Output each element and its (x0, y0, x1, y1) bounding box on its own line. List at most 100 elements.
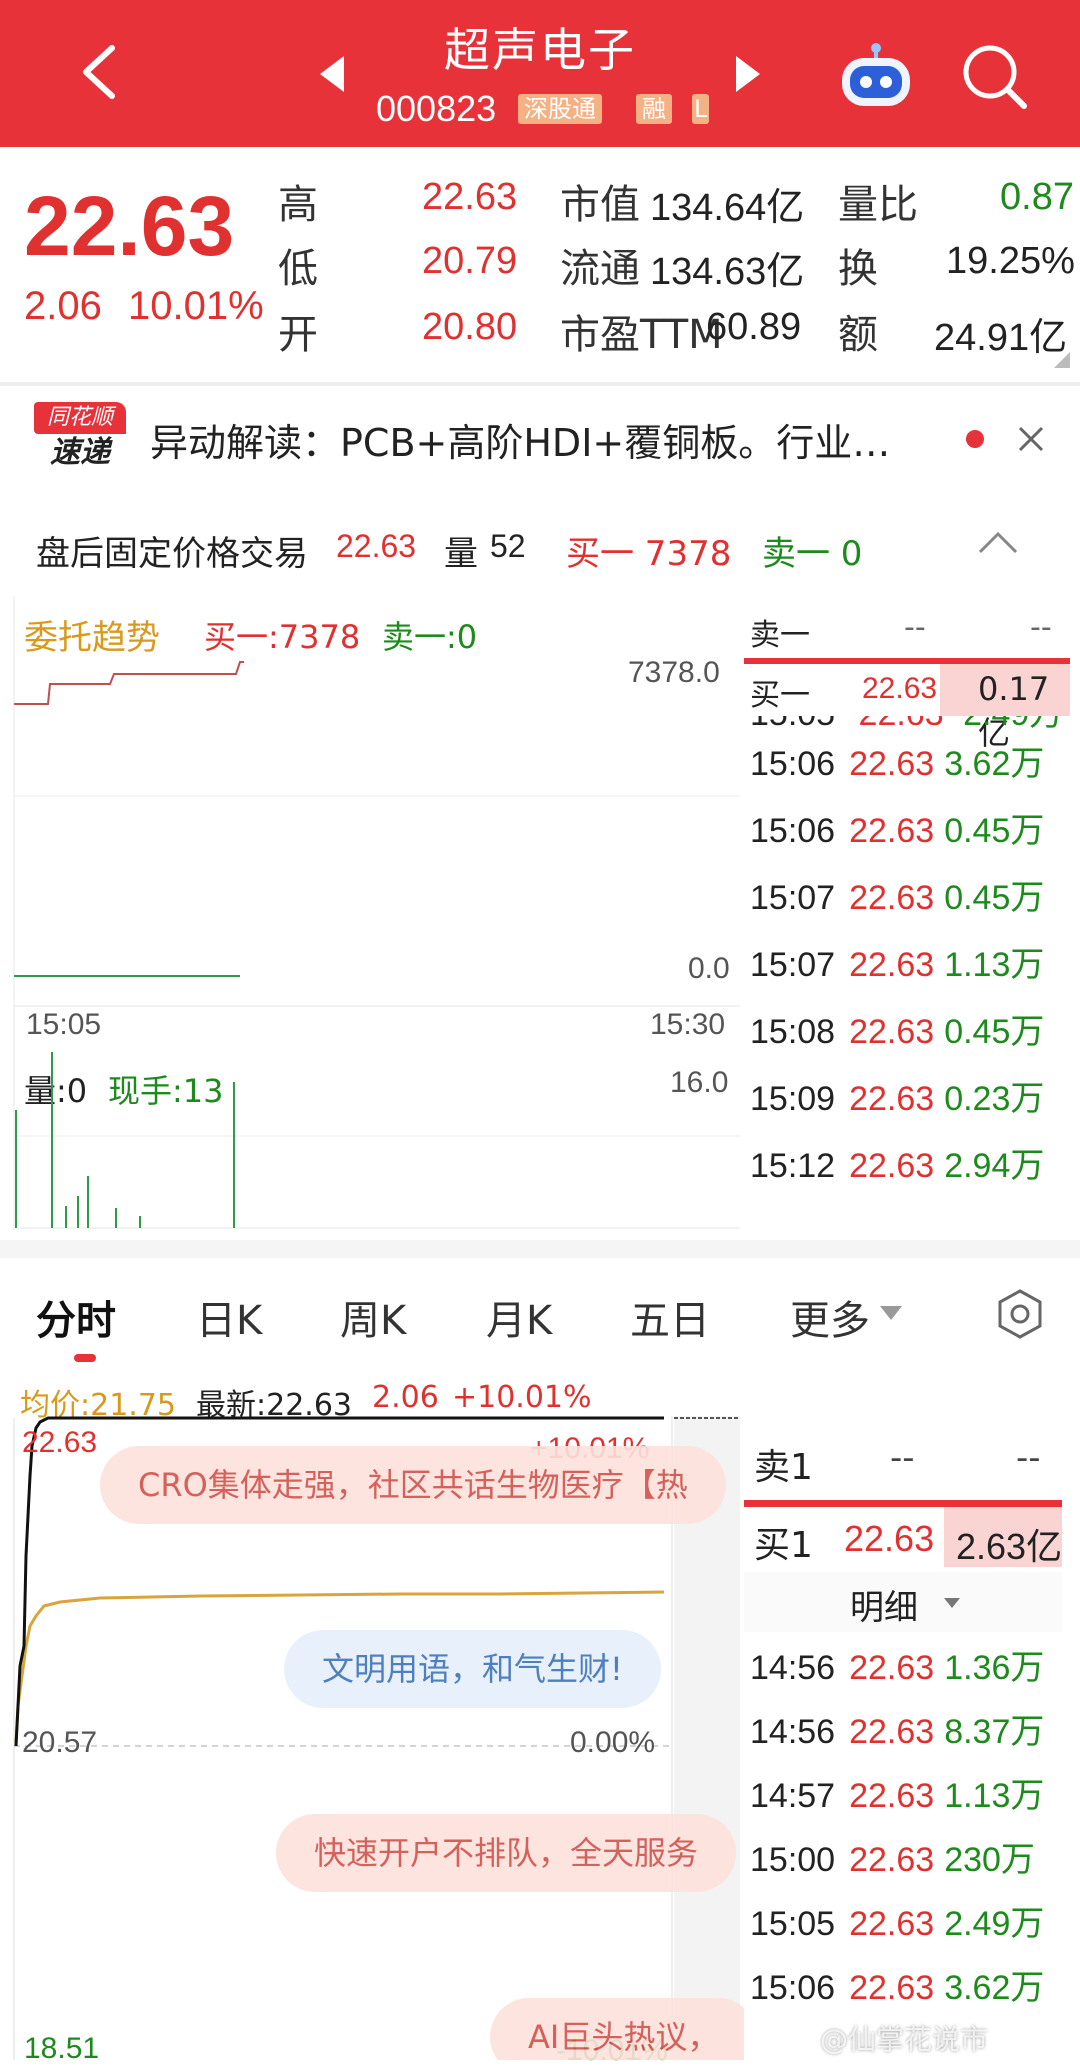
after-hours-vol: 52 (490, 528, 526, 564)
sell1-price: -- (904, 610, 926, 645)
tick-vol: 1.13万 (944, 1777, 1045, 1815)
buy-level1-price: 22.63 (844, 1518, 935, 1559)
tick-time: 15:07 (750, 946, 836, 984)
tab-monthly-k[interactable]: 月K (486, 1288, 552, 1346)
news-text[interactable]: 异动解读：PCB+高阶HDI+覆铜板。行业… (150, 412, 890, 467)
tick-vol: 2.49万 (963, 716, 1063, 733)
tick-price: 22.63 (849, 879, 935, 917)
robot-icon[interactable] (836, 40, 916, 110)
tab-five-day[interactable]: 五日 (630, 1288, 710, 1346)
price-change: 2.06 (24, 284, 102, 328)
tick-vol: 3.62万 (944, 1969, 1045, 2007)
turnover-value: 19.25% (946, 240, 1075, 282)
after-hours-price: 22.63 (336, 528, 417, 564)
tick-vol: 0.45万 (944, 879, 1045, 917)
buy1-price: 22.63 (862, 672, 938, 705)
sell-level1-vol: -- (1016, 1438, 1041, 1478)
high-value: 22.63 (422, 176, 518, 218)
tick-row: 15:09 22.63 0.23万 (750, 1071, 1044, 1120)
tick-price: 22.63 (849, 1841, 935, 1879)
after-hours-label: 盘后固定价格交易 (36, 534, 308, 574)
tick-price: 22.63 (859, 716, 944, 733)
sell-level1-label: 卖1 (754, 1447, 813, 1488)
section-gap (0, 1240, 1080, 1258)
tick-vol: 1.36万 (944, 1649, 1045, 1687)
tick-time: 15:06 (750, 745, 836, 783)
last-price: 22.63 (24, 179, 235, 273)
caret-down-icon (944, 1598, 960, 1608)
tick-price: 22.63 (849, 1905, 935, 1943)
tick-time: 14:56 (750, 1649, 836, 1687)
tick-row: 14:57 22.63 1.13万 (750, 1768, 1044, 1817)
search-icon[interactable] (960, 42, 1030, 112)
low-value: 20.79 (422, 240, 518, 282)
expand-corner-icon[interactable] (1054, 352, 1070, 368)
tick-row: 15:12 22.63 2.94万 (750, 1138, 1044, 1187)
tab-intraday[interactable]: 分时 (36, 1288, 116, 1346)
tick-time: 15:05 (750, 716, 835, 733)
after-hours-sell1: 卖一 0 (762, 534, 863, 574)
tab-weekly-k[interactable]: 周K (340, 1288, 406, 1346)
tick-time: 14:57 (750, 1777, 836, 1815)
amount-label: 额 (838, 312, 878, 358)
stock-code: 000823 (376, 88, 497, 129)
sell1-label: 卖一 (750, 618, 810, 653)
tick-price: 22.63 (849, 1777, 935, 1815)
tag-l: L (692, 94, 710, 124)
tab-active-indicator (74, 1354, 96, 1362)
stock-name: 超声电子 (444, 23, 636, 77)
tick-price: 22.63 (849, 946, 935, 984)
tick-row: 15:06 22.63 0.45万 (750, 803, 1044, 852)
close-icon[interactable] (1014, 422, 1048, 456)
tab-daily-k[interactable]: 日K (196, 1288, 262, 1346)
tick-vol: 2.49万 (944, 1905, 1045, 1943)
news-unread-dot (966, 430, 984, 448)
chat-bubble[interactable]: 文明用语，和气生财! (284, 1630, 661, 1708)
mcap-value: 134.64亿 (650, 187, 805, 229)
tick-vol: 230万 (944, 1841, 1035, 1879)
tick-price: 22.63 (849, 745, 935, 783)
trend-chart: 委托趋势 买一:7378 卖一:0 7378.0 0.0 15:05 15:30… (0, 596, 744, 1230)
high-label: 高 (278, 182, 318, 228)
divider (0, 382, 1080, 386)
news-logo-bottom: 速递 (50, 435, 110, 470)
tick-time: 15:06 (750, 1969, 836, 2007)
tick-vol: 8.37万 (944, 1713, 1045, 1751)
after-hours-row[interactable]: 盘后固定价格交易 22.63 量 52 买一 7378 卖一 0 (0, 520, 1080, 576)
volume-ratio-label: 量比 (838, 182, 918, 228)
tick-vol: 1.13万 (944, 946, 1045, 984)
tick-price: 22.63 (849, 1013, 935, 1051)
chat-bubble[interactable]: AI巨头热议， (490, 1998, 744, 2060)
tick-row: 15:05 22.63 2.49万 (750, 1896, 1044, 1945)
turnover-label: 换 (838, 246, 878, 292)
tick-list-top: 15:05 22.63 2.49万 15:0622.633.62万15:0622… (744, 716, 1080, 1232)
header-bar: 超声电子 000823 深股通 融 L (0, 0, 1080, 147)
sell1-vol: -- (1030, 610, 1052, 645)
detail-button[interactable]: 明细 (744, 1572, 1062, 1632)
tick-time: 15:06 (750, 812, 836, 850)
float-value: 134.63亿 (650, 251, 805, 293)
tick-price: 22.63 (849, 1969, 935, 2007)
news-logo: 同花顺 速递 (34, 402, 126, 472)
tick-row: 15:05 22.63 2.49万 (750, 716, 1063, 735)
after-hours-buy1: 买一 7378 (566, 534, 732, 574)
chat-bubble[interactable]: 快速开户不排队，全天服务 (276, 1814, 737, 1892)
tick-vol: 2.94万 (944, 1147, 1045, 1185)
tick-vol: 0.45万 (944, 812, 1045, 850)
settings-icon[interactable] (994, 1288, 1046, 1340)
tick-time: 14:56 (750, 1713, 836, 1751)
order-book-top: 卖一 -- -- 买一 22.63 0.17亿 15:05 22.63 2.49… (744, 596, 1080, 1236)
price-change-pct: 10.01% (128, 284, 264, 328)
amount-value: 24.91亿 (934, 317, 1068, 359)
collapse-icon[interactable] (976, 528, 1020, 558)
mcap-label: 市值 (560, 182, 640, 228)
next-stock-icon[interactable] (736, 56, 760, 92)
pe-label: 市盈TTM (560, 312, 723, 358)
caret-down-icon[interactable] (880, 1306, 902, 1320)
tick-time: 15:08 (750, 1013, 836, 1051)
chat-bubble[interactable]: CRO集体走强，社区共话生物医疗【热 (100, 1446, 726, 1524)
sell-level1-price: -- (890, 1438, 915, 1478)
tick-row: 14:56 22.63 1.36万 (750, 1646, 1044, 1689)
tick-vol: 0.23万 (944, 1080, 1045, 1118)
tab-more[interactable]: 更多 (790, 1288, 870, 1346)
